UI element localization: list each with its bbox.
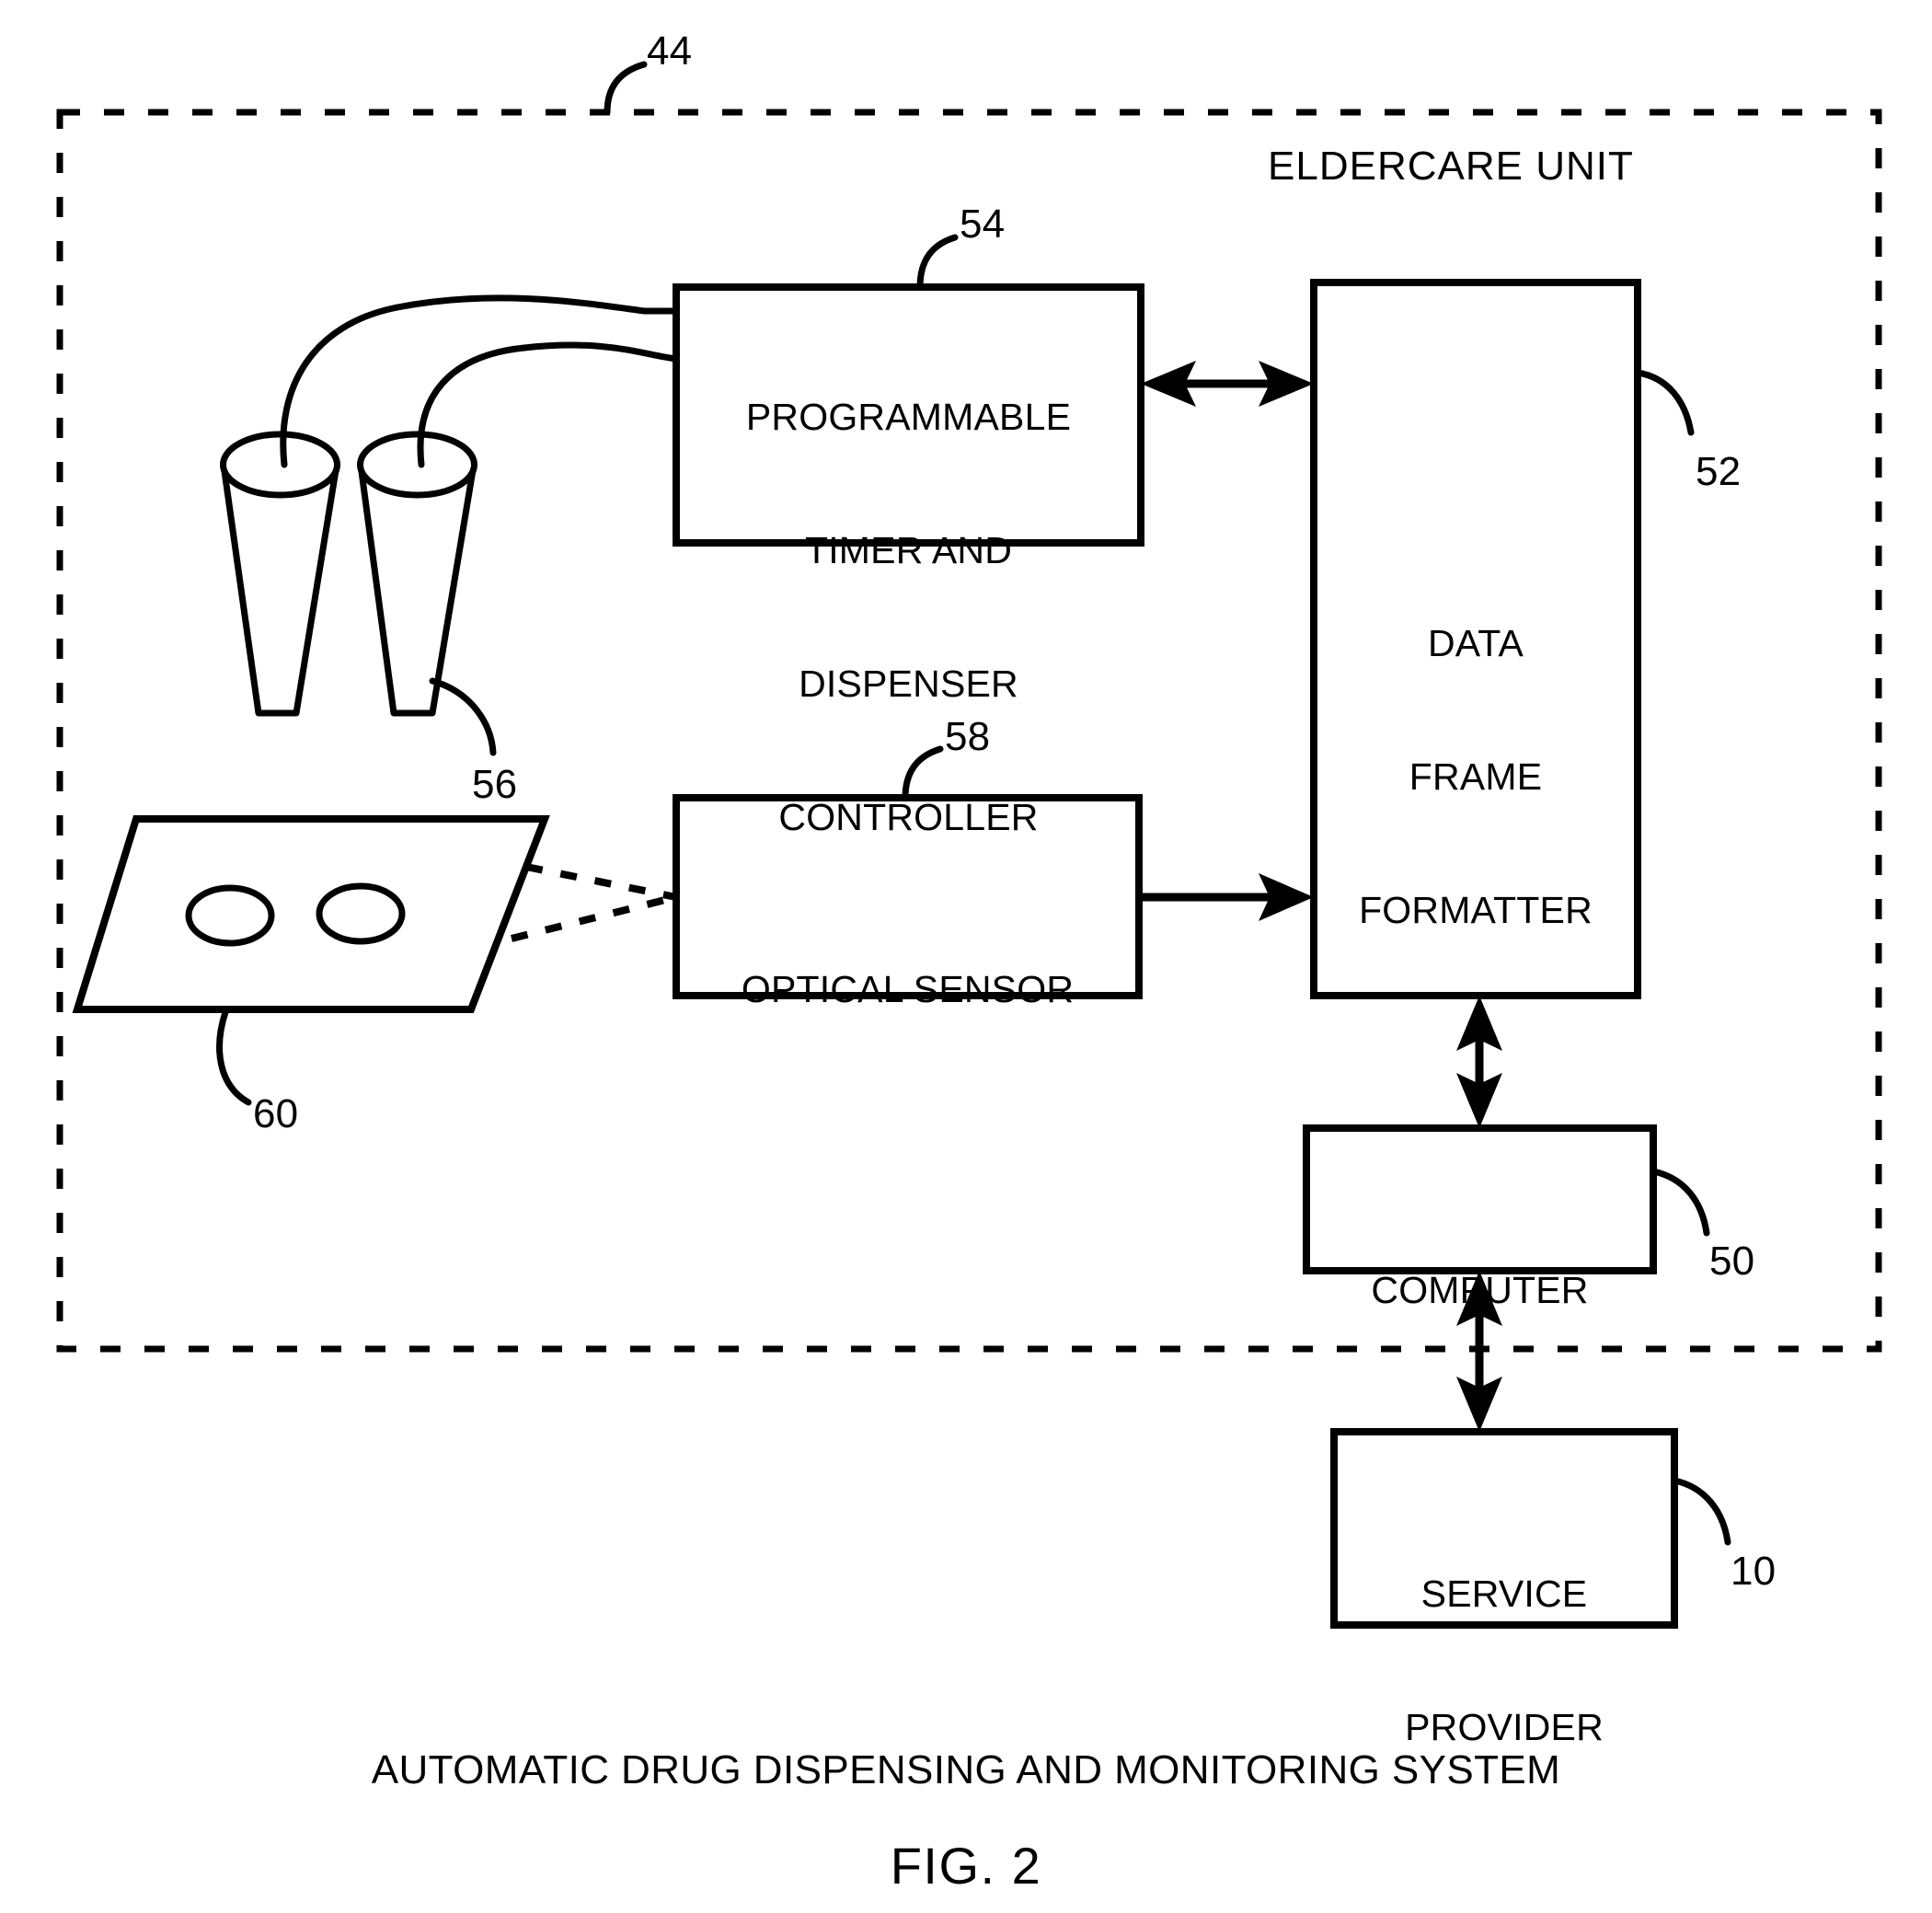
block-label-line: DISPENSER	[799, 663, 1018, 705]
optical-path-upper	[525, 863, 677, 901]
block-label-line: SERVICE	[1420, 1572, 1588, 1615]
leader-line-54	[916, 234, 959, 291]
reference-numeral-56: 56	[472, 762, 518, 807]
reference-numeral-60: 60	[253, 1091, 299, 1136]
optical-path-lower	[511, 893, 677, 942]
reference-numeral-52: 52	[1696, 449, 1742, 494]
pill-slot-1	[185, 884, 275, 947]
reference-numeral-44: 44	[647, 29, 693, 74]
leader-line-56	[429, 677, 497, 756]
block-label-line: OPTICAL SENSOR	[741, 967, 1075, 1010]
patent-figure: ELDERCARE UNIT 44 PROGRAMMABLE TIMER AND…	[0, 0, 1932, 1913]
leader-line-10	[1671, 1477, 1731, 1546]
eldercare-unit-title: ELDERCARE UNIT	[1268, 144, 1634, 189]
block-label-line: COMPUTER	[1371, 1268, 1589, 1311]
feed-tube-1	[280, 294, 680, 468]
block-label-computer: COMPUTER	[1306, 1179, 1653, 1401]
arrow-sensor-to-formatter	[1141, 873, 1314, 921]
block-label-programmable-timer-controller: PROGRAMMABLE TIMER AND DISPENSER CONTROL…	[676, 305, 1141, 928]
block-label-optical-sensor: OPTICAL SENSOR	[676, 878, 1139, 1101]
leader-line-52	[1634, 369, 1695, 436]
reference-numeral-50: 50	[1709, 1239, 1755, 1284]
reference-numeral-10: 10	[1731, 1549, 1777, 1594]
funnel-rim-2	[357, 431, 477, 499]
funnel-body-2	[357, 461, 477, 717]
figure-number: FIG. 2	[890, 1837, 1042, 1895]
block-label-line: CONTROLLER	[778, 796, 1039, 839]
block-label-line: PROVIDER	[1405, 1705, 1604, 1748]
block-label-line: PROGRAMMABLE	[745, 395, 1072, 438]
figure-caption: AUTOMATIC DRUG DISPENSING AND MONITORING…	[371, 1747, 1561, 1792]
block-label-line: DATA	[1427, 621, 1524, 664]
pill-tray	[72, 815, 550, 1013]
block-label-line: FRAME	[1409, 755, 1543, 798]
block-label-data-frame-formatter: DATA FRAME FORMATTER	[1314, 532, 1638, 1021]
block-label-line: TIMER AND	[804, 528, 1013, 571]
reference-numeral-58: 58	[945, 714, 991, 759]
funnel-body-1	[220, 461, 340, 717]
leader-line-60	[216, 1008, 252, 1106]
pill-slot-2	[316, 882, 406, 945]
arrow-controller-to-formatter	[1141, 361, 1314, 407]
block-label-line: FORMATTER	[1359, 889, 1593, 931]
leader-line-44	[604, 61, 648, 116]
leader-line-50	[1650, 1168, 1710, 1237]
reference-numeral-54: 54	[960, 202, 1006, 247]
